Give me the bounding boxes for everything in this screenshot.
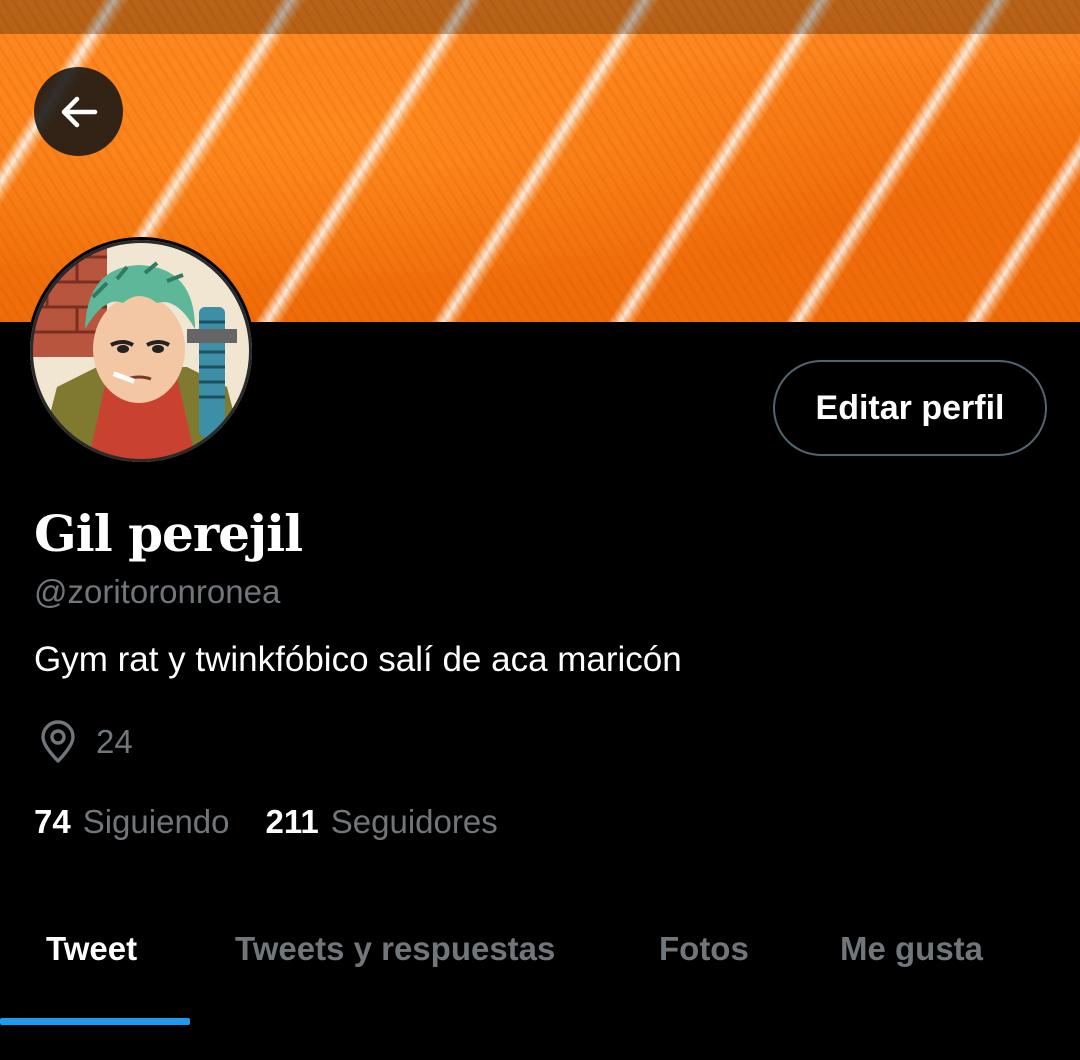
display-name: Gil perejil [34,504,303,563]
followers-count: 211 [265,803,319,840]
followers-label: Seguidores [330,803,498,840]
avatar-image [30,240,252,462]
tab-photos[interactable]: Fotos [659,930,749,968]
profile-tabs: Tweet Tweets y respuestas Fotos Me gusta [0,900,1080,1028]
profile-location: 24 [34,718,133,766]
following-count: 74 [34,803,71,840]
edit-profile-button[interactable]: Editar perfil [773,360,1047,456]
location-text: 24 [96,723,133,760]
follow-stats: 74 Siguiendo 211 Seguidores [34,803,498,841]
banner-top-shade [0,0,1080,34]
username-handle: @zoritoronronea [34,573,281,610]
following-label: Siguiendo [82,803,230,840]
tab-tweet[interactable]: Tweet [46,930,137,968]
profile-bio: Gym rat y twinkfóbico salí de aca maricó… [34,640,682,679]
location-pin-icon [41,720,75,763]
avatar[interactable] [27,237,255,465]
tab-likes[interactable]: Me gusta [840,930,983,968]
followers-link[interactable]: 211 Seguidores [266,803,498,841]
arrow-left-icon [61,96,97,127]
active-tab-indicator [0,1018,190,1025]
following-link[interactable]: 74 Siguiendo [34,803,230,841]
tab-tweets-replies[interactable]: Tweets y respuestas [235,930,555,968]
back-button[interactable] [34,67,123,156]
